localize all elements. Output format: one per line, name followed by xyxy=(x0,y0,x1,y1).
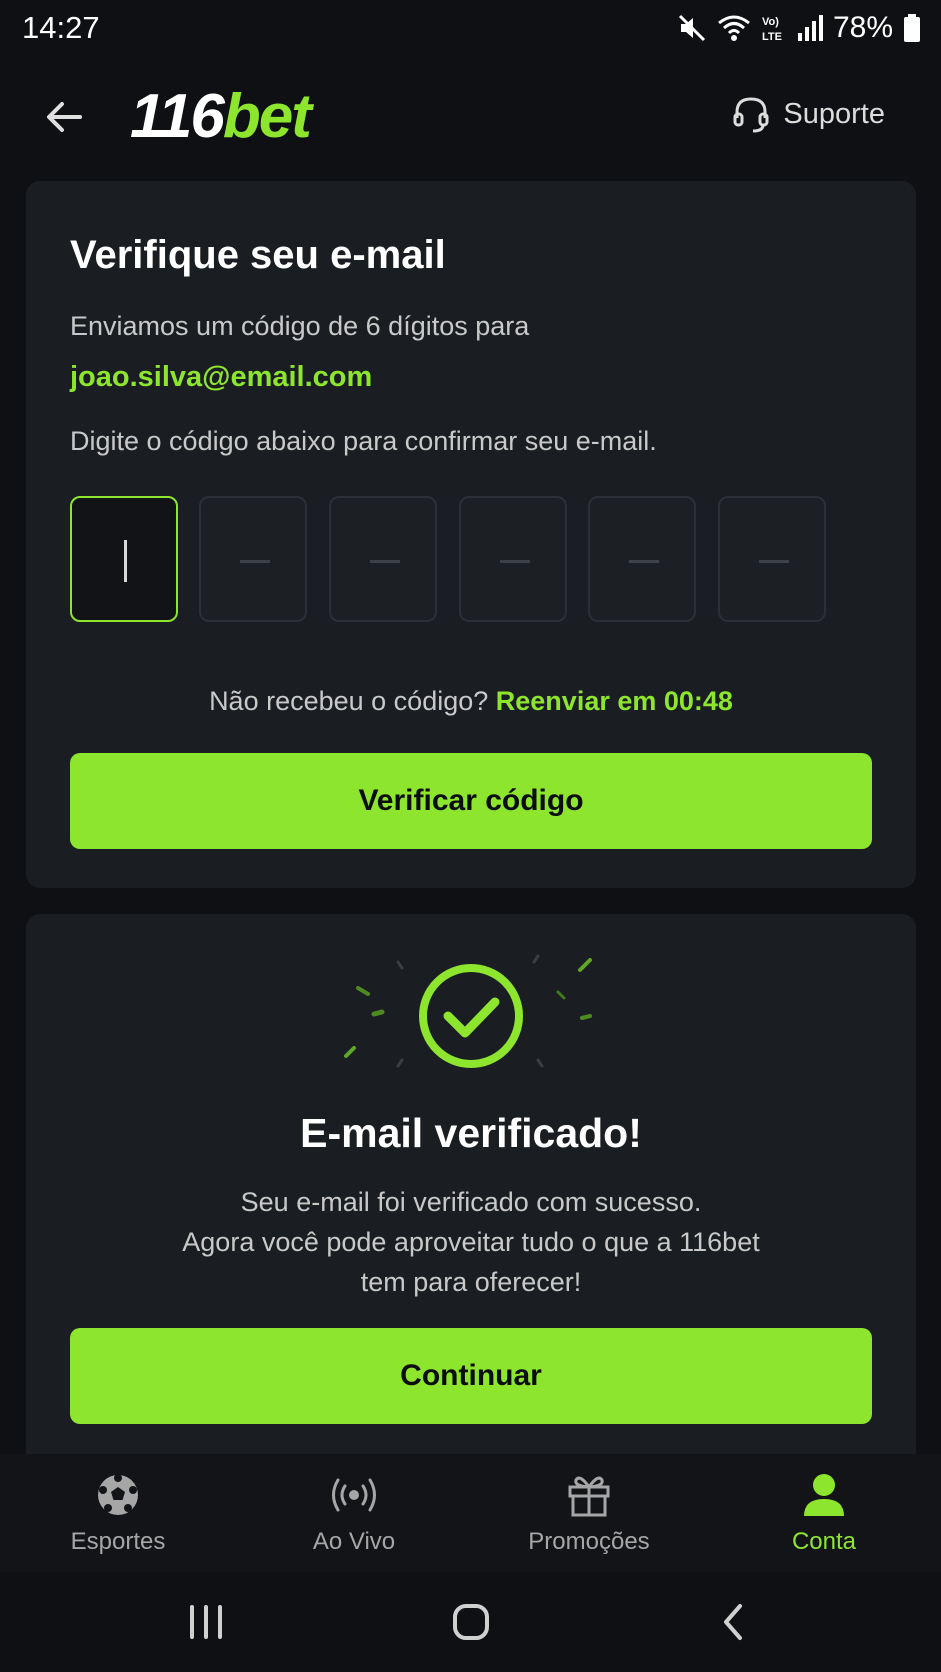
headset-icon xyxy=(733,97,769,133)
success-message-line: tem para oferecer! xyxy=(360,1267,582,1297)
otp-digit-1[interactable] xyxy=(70,496,178,622)
success-message-line: Seu e-mail foi verificado com sucesso. xyxy=(240,1187,702,1217)
verify-email-card: Verifique seu e-mail Enviamos um código … xyxy=(26,181,916,888)
soccer-ball-icon xyxy=(98,1474,138,1515)
otp-digit-6[interactable] xyxy=(718,496,826,622)
nav-item-ao-vivo[interactable]: Ao Vivo xyxy=(254,1468,454,1568)
app-header: 116bet Suporte xyxy=(0,56,941,176)
chevron-left-icon xyxy=(724,1604,742,1640)
home-button[interactable] xyxy=(431,1592,511,1652)
text-caret xyxy=(124,540,127,582)
arrow-left-icon xyxy=(47,102,82,132)
empty-digit-dash xyxy=(629,560,659,563)
system-nav-bar xyxy=(0,1572,941,1672)
wifi-icon xyxy=(717,13,751,43)
gift-icon xyxy=(568,1476,610,1517)
recent-apps-icon xyxy=(190,1605,222,1639)
empty-digit-dash xyxy=(240,560,270,563)
email-verified-card: E-mail verificado! Seu e-mail foi verifi… xyxy=(26,914,916,1454)
otp-digit-5[interactable] xyxy=(588,496,696,622)
success-title: E-mail verificado! xyxy=(300,1110,642,1156)
otp-digit-4[interactable] xyxy=(459,496,567,622)
verify-title: Verifique seu e-mail xyxy=(70,233,446,277)
live-broadcast-icon xyxy=(332,1478,376,1512)
resend-line: Não recebeu o código? Reenviar em 00:48 xyxy=(26,686,916,717)
verify-code-button[interactable]: Verificar código xyxy=(70,753,872,849)
status-icons: Vo) LTE 78% xyxy=(677,8,921,48)
status-time: 14:27 xyxy=(22,10,100,45)
email-address: joao.silva@email.com xyxy=(70,361,373,393)
home-icon xyxy=(453,1604,489,1640)
user-icon xyxy=(804,1474,844,1516)
success-message-line: Agora você pode aproveitar tudo o que a … xyxy=(182,1227,760,1257)
instruction-text: Digite o código abaixo para confirmar se… xyxy=(70,426,657,456)
status-bar: 14:27 Vo) LTE 78% xyxy=(0,0,941,56)
resend-question: Não recebeu o código? xyxy=(209,686,489,716)
brand-logo: 116bet xyxy=(130,86,312,148)
battery-percent: 78% xyxy=(832,11,893,44)
success-message: Seu e-mail foi verificado com sucesso. A… xyxy=(126,1182,816,1302)
logo-numbers: 116 xyxy=(130,82,225,151)
nav-label: Ao Vivo xyxy=(312,1528,396,1555)
volte-icon: Vo) LTE xyxy=(761,13,787,43)
resend-link[interactable]: Reenviar em 00:48 xyxy=(496,686,733,716)
success-illustration xyxy=(306,954,636,1084)
empty-digit-dash xyxy=(500,560,530,563)
mute-icon xyxy=(677,13,707,43)
otp-input-group xyxy=(70,496,870,626)
nav-item-esportes[interactable]: Esportes xyxy=(18,1468,218,1568)
check-circle-icon xyxy=(344,954,592,1068)
network-type: LTE xyxy=(762,31,782,43)
logo-word: bet xyxy=(222,82,312,151)
recent-apps-button[interactable] xyxy=(166,1592,246,1652)
otp-digit-3[interactable] xyxy=(329,496,437,622)
signal-icon xyxy=(797,13,823,43)
back-button[interactable] xyxy=(40,92,90,142)
nav-item-promocoes[interactable]: Promoções xyxy=(489,1468,689,1568)
continue-button[interactable]: Continuar xyxy=(70,1328,872,1424)
nav-label: Esportes xyxy=(70,1528,166,1555)
nav-label: Conta xyxy=(791,1528,857,1555)
otp-digit-2[interactable] xyxy=(199,496,307,622)
sent-text: Enviamos um código de 6 dígitos para xyxy=(70,311,530,341)
svg-text:Vo): Vo) xyxy=(762,16,779,28)
empty-digit-dash xyxy=(759,560,789,563)
nav-item-conta[interactable]: Conta xyxy=(724,1468,924,1568)
support-button[interactable]: Suporte xyxy=(731,94,885,134)
empty-digit-dash xyxy=(370,560,400,563)
bottom-nav: Esportes Ao Vivo Promoções Conta xyxy=(0,1454,941,1572)
nav-label: Promoções xyxy=(528,1528,650,1555)
battery-icon xyxy=(903,13,921,43)
support-label: Suporte xyxy=(783,97,885,130)
system-back-button[interactable] xyxy=(693,1592,773,1652)
